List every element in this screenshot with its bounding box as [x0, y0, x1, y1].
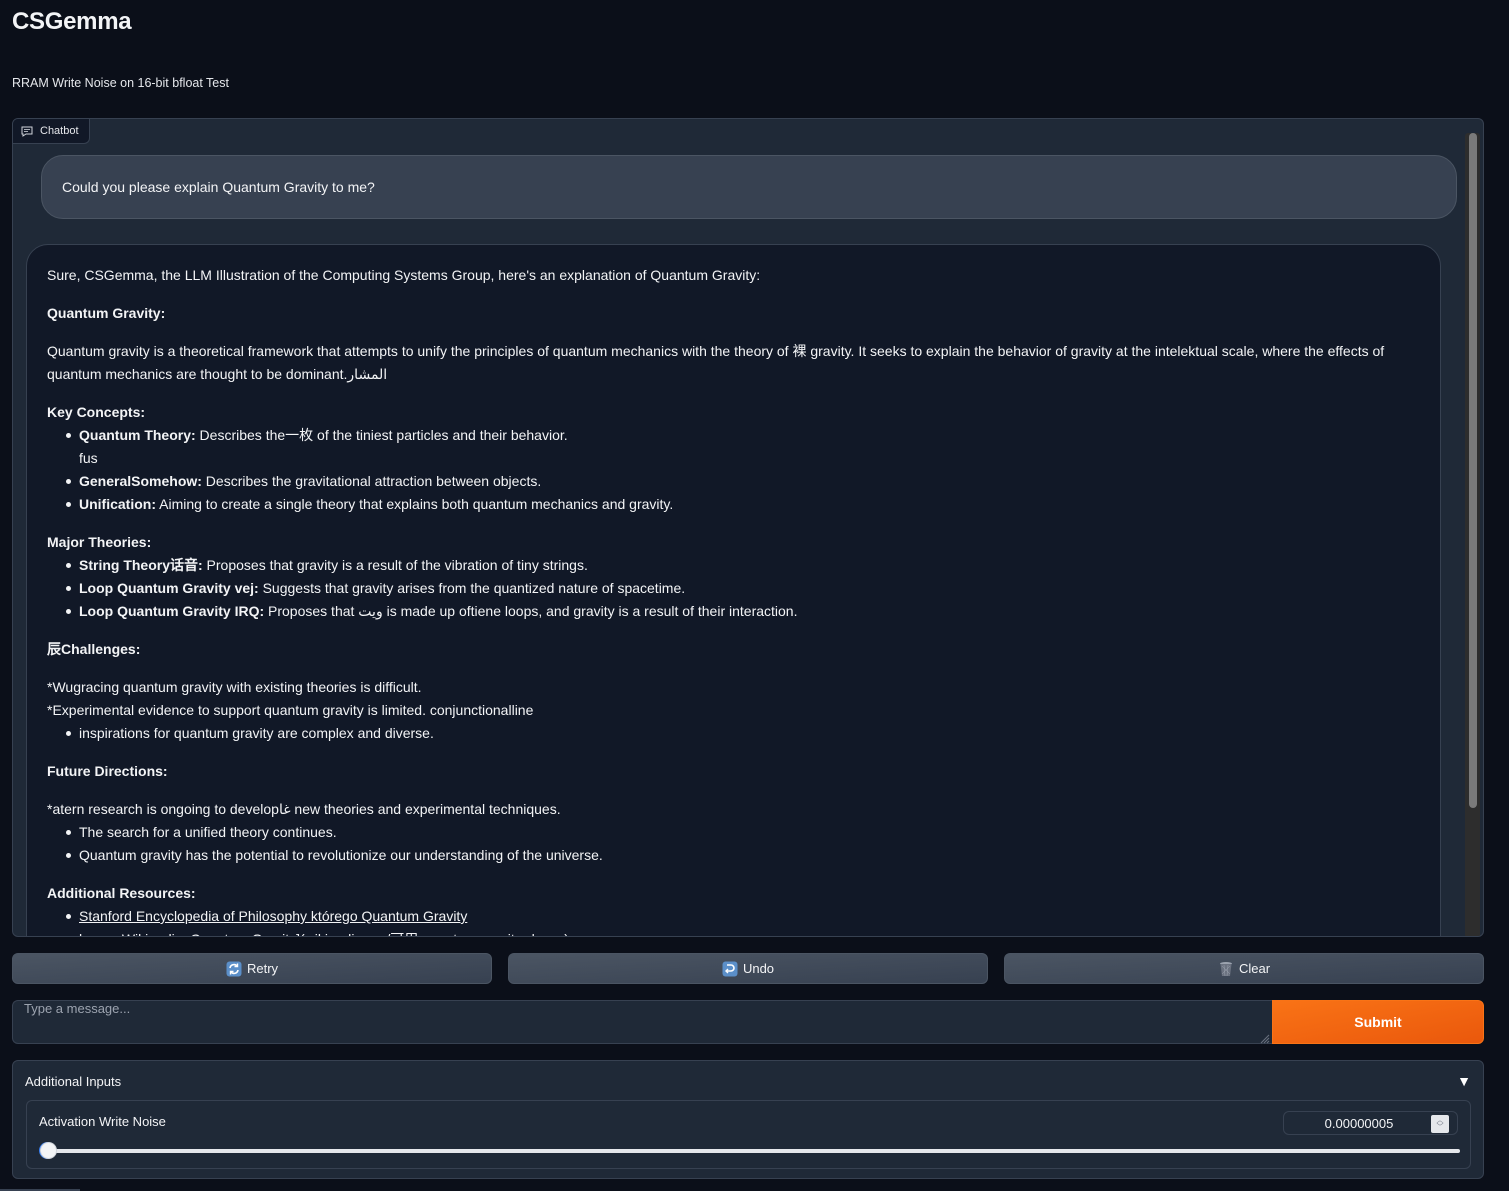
app-subtitle: RRAM Write Noise on 16-bit bfloat Test — [12, 76, 229, 90]
chevron-down-icon: ﹀ — [1436, 1124, 1444, 1131]
chevron-up-icon: ︿ — [1436, 1117, 1444, 1124]
stepper-button[interactable]: ︿ ﹀ — [1431, 1115, 1449, 1133]
app-title: CSGemma — [12, 8, 132, 35]
description: Describes the gravitational attraction b… — [201, 473, 542, 489]
composer: Submit — [12, 1000, 1484, 1044]
chat-scrollbar-thumb[interactable] — [1469, 133, 1477, 808]
retry-arrows-icon — [226, 961, 242, 976]
term: GeneralSomehow: — [79, 473, 202, 489]
term: String Theory话音: — [79, 557, 203, 573]
activation-write-noise-control: Activation Write Noise ︿ ﹀ — [26, 1100, 1471, 1169]
term: Loop Quantum Gravity IRQ: — [79, 603, 265, 619]
activation-write-noise-input[interactable] — [1284, 1112, 1434, 1134]
bot-message: Sure, CSGemma, the LLM Illustration of t… — [26, 244, 1441, 936]
future-list: The search for a unified theory continue… — [47, 821, 1420, 867]
list-item: Loop Quantum Gravity IRQ: Proposes that … — [47, 600, 1420, 623]
user-message: Could you please explain Quantum Gravity… — [41, 155, 1457, 219]
future-line: *atern research is ongoing to developغا … — [47, 801, 561, 817]
chat-actions: Retry Undo Clear — [12, 953, 1484, 984]
list-item: The search for a unified theory continue… — [47, 821, 1420, 844]
list-item: Quantum Theory: Describes the一枚 of the t… — [47, 424, 1420, 470]
challenges-line: *Wugracing quantum gravity with existing… — [47, 679, 422, 695]
challenges-list: inspirations for quantum gravity are com… — [47, 722, 1420, 745]
bot-intro: Sure, CSGemma, the LLM Illustration of t… — [47, 267, 761, 283]
list-item: Loop Quantum Gravity vej: Suggests that … — [47, 577, 1420, 600]
list-item: Unification: Aiming to create a single t… — [47, 493, 1420, 516]
key-concepts-list: Quantum Theory: Describes the一枚 of the t… — [47, 424, 1420, 516]
description: Proposes that gravity is a result of the… — [202, 557, 588, 573]
list-item: GeneralSomehow: Describes the gravitatio… — [47, 470, 1420, 493]
resource-text: hopen Wikipedia: Quantum Gravity](wikipe… — [79, 931, 569, 936]
trash-can-icon — [1219, 961, 1232, 976]
heading-additional-resources: Additional Resources: — [47, 885, 196, 901]
heading-major-theories: Major Theories: — [47, 534, 152, 550]
list-item: inspirations for quantum gravity are com… — [47, 722, 1420, 745]
term: Quantum Theory: — [79, 427, 196, 443]
list-item: String Theory话音: Proposes that gravity i… — [47, 554, 1420, 577]
clear-label: Clear — [1238, 961, 1271, 976]
retry-label: Retry — [246, 961, 279, 976]
chatbot-label: Chatbot — [13, 119, 90, 144]
heading-future-directions: Future Directions: — [47, 763, 168, 779]
description: Describes the一枚 of the tiniest particles… — [195, 427, 568, 443]
challenges-line: *Experimental evidence to support quantu… — [47, 702, 534, 718]
slider-label: Activation Write Noise — [39, 1114, 166, 1129]
resources-list: Stanford Encyclopedia of Philosophy któr… — [47, 905, 1420, 936]
description: Aiming to create a single theory that ex… — [156, 496, 674, 512]
slider-track[interactable] — [40, 1149, 1460, 1153]
chat-bubble-icon — [21, 126, 33, 137]
list-item: hopen Wikipedia: Quantum Gravity](wikipe… — [47, 928, 1420, 936]
heading-key-concepts: Key Concepts: — [47, 404, 146, 420]
undo-button[interactable]: Undo — [508, 953, 988, 984]
heading-challenges: 辰Challenges: — [47, 641, 141, 657]
extra-text: fus — [79, 450, 98, 466]
chatbot-panel: Chatbot Could you please explain Quantum… — [12, 118, 1484, 937]
heading-quantum-gravity: Quantum Gravity: — [47, 305, 166, 321]
chatbot-label-text: Chatbot — [40, 125, 79, 137]
clear-button[interactable]: Clear — [1004, 953, 1484, 984]
retry-button[interactable]: Retry — [12, 953, 492, 984]
submit-button[interactable]: Submit — [1272, 1000, 1484, 1044]
undo-label: Undo — [742, 961, 775, 976]
term: Unification: — [79, 496, 156, 512]
chat-scrollbar[interactable] — [1465, 133, 1480, 936]
slider-thumb[interactable] — [40, 1142, 57, 1159]
additional-inputs-accordion: Additional Inputs ▼ Activation Write Noi… — [12, 1060, 1484, 1179]
user-message-text: Could you please explain Quantum Gravity… — [62, 179, 375, 195]
resource-link[interactable]: Stanford Encyclopedia of Philosophy któr… — [79, 908, 467, 924]
paragraph-quantum-gravity: Quantum gravity is a theoretical framewo… — [47, 343, 1385, 382]
description: Proposes that ويت is made up oftiene loo… — [264, 603, 798, 619]
number-input-box: ︿ ﹀ — [1283, 1111, 1458, 1135]
list-item: Stanford Encyclopedia of Philosophy któr… — [47, 905, 1420, 928]
triangle-down-icon[interactable]: ▼ — [1457, 1073, 1471, 1089]
accordion-title[interactable]: Additional Inputs — [25, 1074, 121, 1089]
resize-grip-icon[interactable] — [1258, 1032, 1270, 1044]
undo-arrow-icon — [722, 961, 738, 976]
list-item: Quantum gravity has the potential to rev… — [47, 844, 1420, 867]
major-theories-list: String Theory话音: Proposes that gravity i… — [47, 554, 1420, 623]
term: Loop Quantum Gravity vej: — [79, 580, 259, 596]
message-input[interactable] — [12, 1000, 1272, 1044]
description: Suggests that gravity arises from the qu… — [258, 580, 686, 596]
